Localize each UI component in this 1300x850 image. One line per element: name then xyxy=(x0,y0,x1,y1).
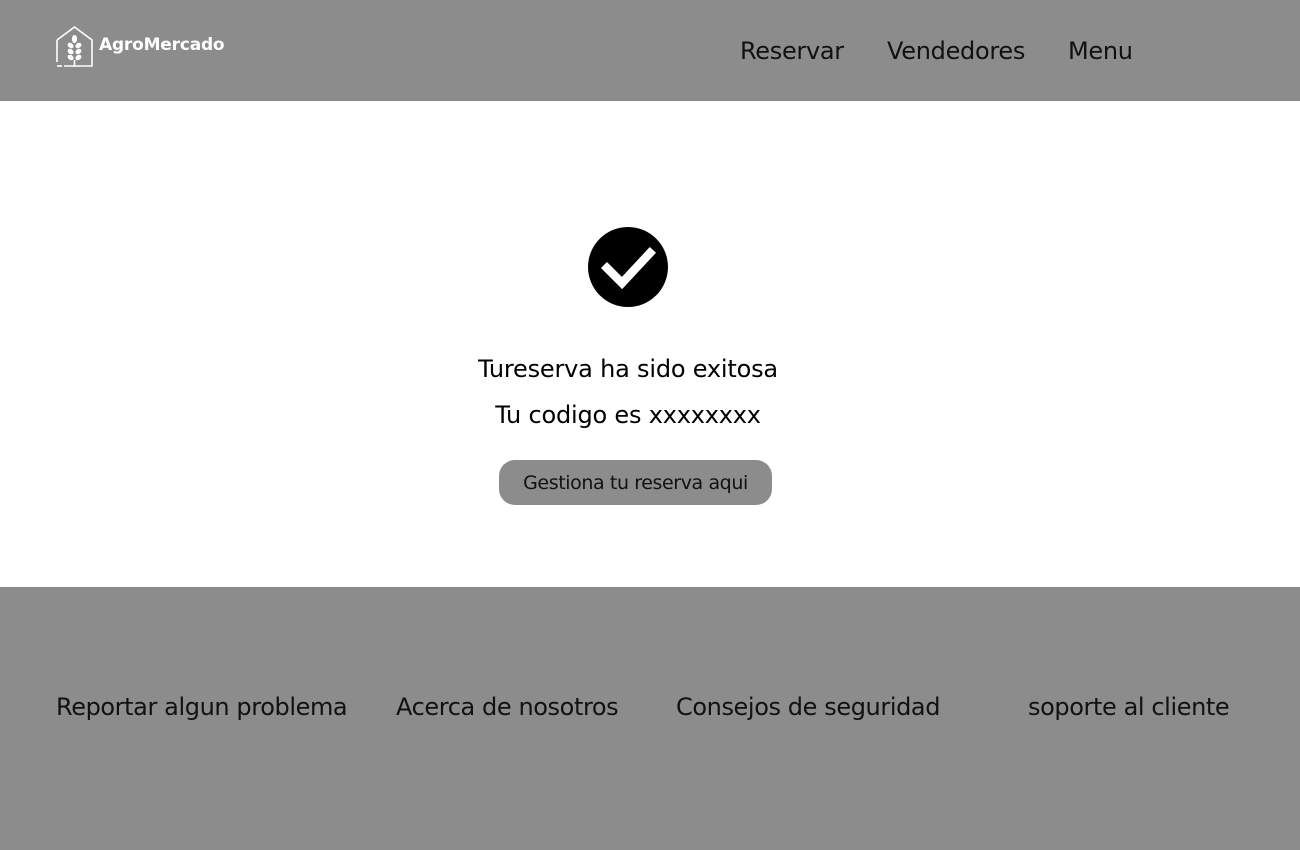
footer-link-soporte-cliente[interactable]: soporte al cliente xyxy=(1028,691,1230,723)
nav-reservar[interactable]: Reservar xyxy=(740,36,844,66)
success-message: Tureserva ha sido exitosa xyxy=(478,355,778,383)
top-header: AgroMercado Reservar Vendedores Menu xyxy=(0,0,1300,101)
footer-link-acerca-de-nosotros[interactable]: Acerca de nosotros xyxy=(396,691,619,723)
reservation-code: Tu codigo es xxxxxxxx xyxy=(495,401,761,429)
check-circle-icon xyxy=(588,227,668,307)
page-footer: Reportar algun problema Acerca de nosotr… xyxy=(0,587,1300,850)
footer-link-consejos-seguridad[interactable]: Consejos de seguridad xyxy=(676,691,940,723)
manage-reservation-button[interactable]: Gestiona tu reserva aqui xyxy=(499,460,772,505)
brand-logo[interactable]: AgroMercado xyxy=(56,26,225,67)
wheat-house-icon xyxy=(56,26,93,67)
footer-link-reportar-problema[interactable]: Reportar algun problema xyxy=(56,691,348,723)
nav-menu[interactable]: Menu xyxy=(1068,36,1133,66)
brand-name: AgroMercado xyxy=(99,34,225,55)
nav-vendedores[interactable]: Vendedores xyxy=(887,36,1025,66)
